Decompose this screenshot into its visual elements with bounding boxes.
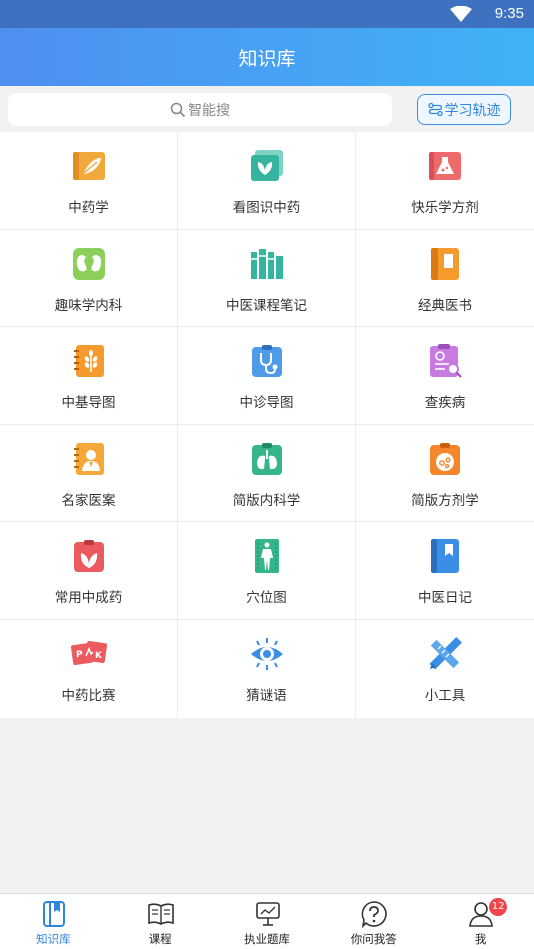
presentation-board-icon — [255, 902, 280, 926]
tab-label: 我 — [474, 932, 487, 946]
grid-item-acupoints[interactable]: 穴位图 — [178, 522, 356, 620]
grid-item-famous-cases[interactable]: 名家医案 — [0, 424, 178, 523]
herb-picture-icon — [251, 150, 283, 181]
grid-item-label: 看图识中药 — [232, 200, 301, 216]
acupoint-body-icon — [255, 539, 279, 574]
tab-question-bank[interactable]: 执业题库 — [214, 894, 321, 949]
pk-cards-icon: P K — [71, 640, 107, 666]
lungs-clipboard-icon — [252, 442, 282, 475]
search-placeholder: 智能搜 — [188, 102, 230, 119]
grid-item-label: 中医日记 — [418, 590, 472, 607]
grid-item-label: 常用中成药 — [54, 590, 123, 607]
wifi-icon — [450, 6, 472, 22]
study-track-label: 学习轨迹 — [444, 102, 501, 119]
book-tab-icon — [43, 901, 65, 927]
eye-icon — [251, 638, 283, 670]
grid-item-internal-medicine[interactable]: 趣味学内科 — [0, 229, 178, 328]
grid-item-label: 快乐学方剂 — [411, 200, 479, 216]
stethoscope-icon — [252, 345, 282, 378]
grid-item-label: 小工具 — [424, 688, 466, 704]
grid-item-formulas[interactable]: 快乐学方剂 — [356, 132, 534, 230]
grid-item-label: 经典医书 — [418, 297, 472, 314]
grid-item-disease-lookup[interactable]: 查疾病 — [356, 327, 534, 425]
herb-book-icon — [73, 152, 105, 180]
wheat-notebook-icon — [74, 345, 104, 378]
grid-item-label: 名家医案 — [61, 492, 116, 509]
study-track-button[interactable]: 学习轨迹 — [417, 94, 511, 125]
grid-item-basic-theory-maps[interactable]: 中基导图 — [0, 327, 178, 425]
tab-label: 课程 — [148, 932, 172, 946]
grid-item-label: 中诊导图 — [239, 395, 294, 412]
grid-item-label: 中基导图 — [61, 395, 116, 412]
grid-item-label: 简版内科学 — [232, 492, 301, 509]
app-header: 知识库 — [0, 28, 534, 86]
grid-item-label: 趣味学内科 — [54, 297, 123, 314]
search-row: 智能搜 学习轨迹 — [0, 86, 534, 132]
grid-item-label: 中医课程笔记 — [226, 297, 307, 314]
grid-item-label: 穴位图 — [246, 590, 287, 607]
status-bar: 9:35 — [0, 0, 534, 28]
classic-book-icon — [431, 247, 459, 280]
tab-label: 你问我答 — [350, 932, 397, 946]
grid-item-label: 中药学 — [68, 200, 109, 216]
leaf-clipboard-icon — [74, 540, 104, 573]
bookmark-diary-icon — [431, 539, 459, 574]
question-bubble-icon — [362, 901, 388, 928]
grid-item-herb-contest[interactable]: P K 中药比赛 — [0, 620, 178, 718]
grid-item-label: 查疾病 — [424, 395, 466, 412]
grid-item-course-notes[interactable]: 中医课程笔记 — [178, 229, 356, 328]
tab-knowledge[interactable]: 知识库 — [0, 894, 107, 949]
tab-courses[interactable]: 课程 — [107, 894, 214, 949]
grid-item-label: 简版方剂学 — [411, 492, 479, 509]
tab-me[interactable]: 12 我 — [427, 894, 534, 949]
page-title: 知识库 — [238, 48, 296, 70]
grid-item-label: 中药比赛 — [61, 688, 116, 704]
open-book-icon — [147, 903, 174, 925]
pills-clipboard-icon — [430, 442, 460, 475]
track-icon — [427, 102, 443, 117]
grid-item-label: 猜谜语 — [246, 688, 287, 704]
grid-item-diagnosis-maps[interactable]: 中诊导图 — [178, 327, 356, 425]
svg-text:P: P — [76, 650, 83, 660]
knowledge-grid: 中药学 看图识中药 快乐学方剂 趣味学内科 中医课程笔记 经典医书 中基导图 中… — [0, 132, 534, 718]
grid-item-brief-internal-medicine[interactable]: 简版内科学 — [178, 424, 356, 523]
grid-item-riddles[interactable]: 猜谜语 — [178, 620, 356, 718]
search-report-icon — [430, 344, 462, 378]
grid-item-tcm-diary[interactable]: 中医日记 — [356, 522, 534, 620]
search-icon — [170, 102, 186, 117]
search-input[interactable]: 智能搜 — [8, 93, 392, 126]
tab-q-and-a[interactable]: 你问我答 — [320, 894, 427, 949]
grid-item-classic-books[interactable]: 经典医书 — [356, 230, 534, 328]
bookshelf-icon — [251, 248, 283, 279]
flask-book-icon — [429, 152, 461, 180]
grid-item-herb-pictures[interactable]: 看图识中药 — [178, 132, 356, 230]
grid-item-herbology[interactable]: 中药学 — [0, 132, 178, 230]
grid-item-patent-medicines[interactable]: 常用中成药 — [0, 522, 178, 620]
kidney-icon — [73, 247, 105, 280]
svg-text:K: K — [95, 651, 103, 661]
tab-label: 执业题库 — [243, 932, 290, 946]
tab-label: 知识库 — [36, 932, 71, 946]
grid-item-brief-formulas[interactable]: 简版方剂学 — [356, 425, 534, 523]
notification-badge: 12 — [489, 898, 508, 916]
doctor-notebook-icon — [74, 442, 104, 475]
grid-item-tools[interactable]: 小工具 — [356, 620, 534, 718]
status-time: 9:35 — [494, 5, 524, 22]
pencil-ruler-icon — [429, 637, 462, 670]
bottom-tab-bar: 知识库 课程 执业题库 你问我答 12 我 — [0, 893, 534, 949]
